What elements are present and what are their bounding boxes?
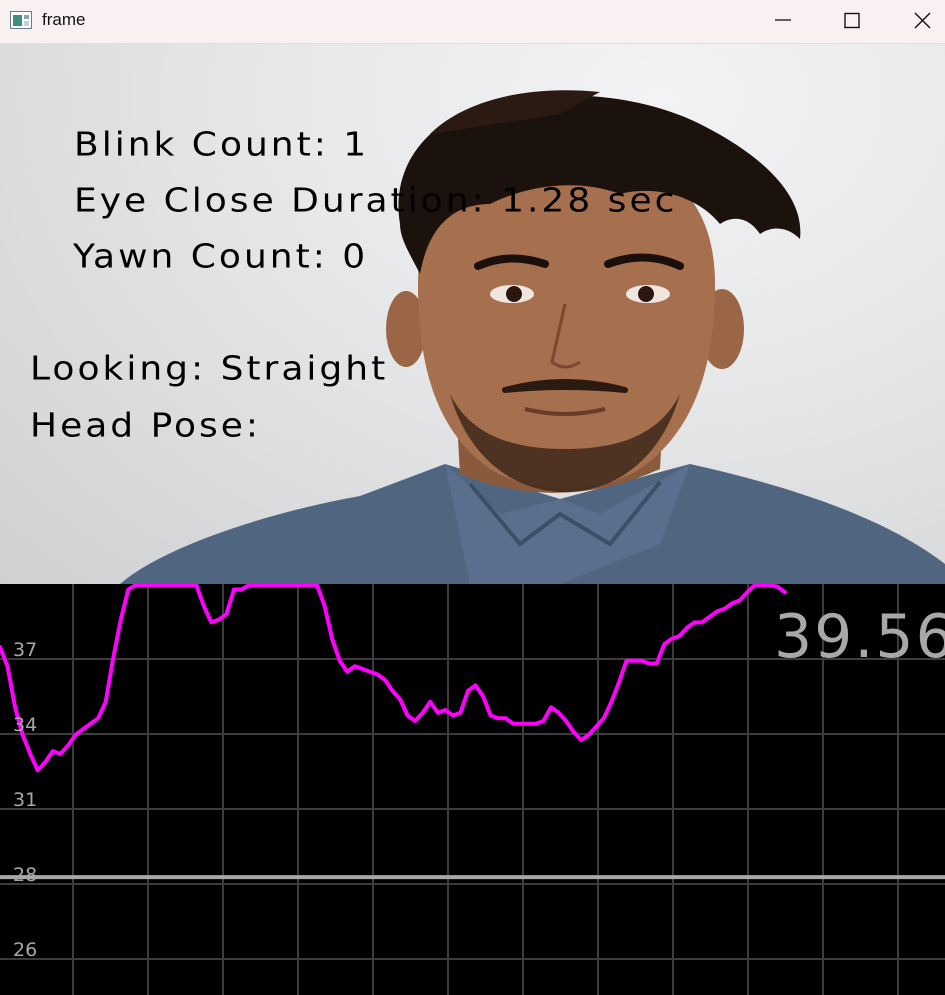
app-icon — [10, 11, 32, 29]
close-icon — [914, 12, 931, 29]
current-value-readout: 39.56 — [774, 602, 945, 672]
minimize-icon — [775, 19, 791, 21]
y-tick-label: 28 — [13, 864, 38, 886]
head-pose-text: Head Pose: — [30, 407, 262, 445]
blink-count-text: Blink Count: 1 — [74, 126, 370, 164]
series-line — [0, 584, 787, 773]
y-tick-label: 31 — [13, 789, 38, 811]
maximize-icon — [844, 12, 860, 29]
minimize-button[interactable] — [748, 0, 818, 43]
app-window: frame Blink Count: 1 Eye Close Duration:… — [0, 0, 945, 995]
window-title: frame — [42, 10, 86, 29]
y-tick-label: 26 — [13, 939, 38, 961]
y-tick-label: 37 — [13, 639, 38, 661]
person-image — [120, 90, 945, 584]
eye-close-duration-text: Eye Close Duration: 1.28 sec — [74, 182, 678, 220]
yawn-count-text: Yawn Count: 0 — [73, 238, 369, 276]
y-tick-label: 34 — [13, 714, 38, 736]
title-bar[interactable]: frame — [0, 0, 945, 44]
camera-feed: Blink Count: 1 Eye Close Duration: 1.28 … — [0, 44, 945, 584]
looking-direction-text: Looking: Straight — [30, 350, 389, 388]
signal-graph: 37 34 31 28 26 39.56 — [0, 584, 945, 995]
close-button[interactable] — [887, 0, 945, 43]
maximize-button[interactable] — [817, 0, 887, 43]
